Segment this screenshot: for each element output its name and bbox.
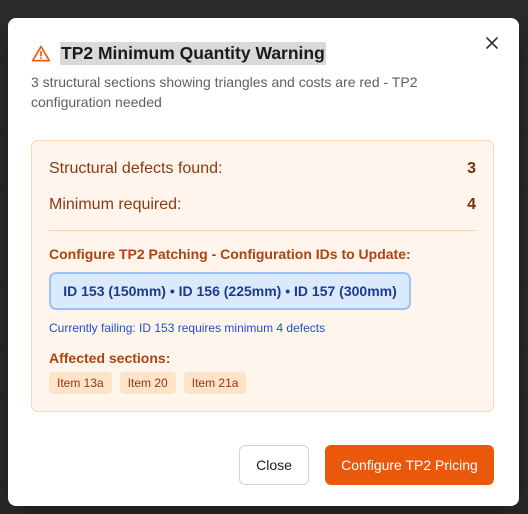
defects-found-label: Structural defects found: [49,160,223,177]
dialog-subtitle: 3 structural sections showing triangles … [31,74,418,110]
minimum-required-row: Minimum required: 4 [49,196,476,214]
minimum-required-value: 4 [467,196,476,213]
defects-found-value: 3 [467,160,476,177]
dialog-title: TP2 Minimum Quantity Warning [60,42,326,65]
affected-tag: Item 21a [183,372,247,394]
warning-panel: Structural defects found: 3 Minimum requ… [31,140,494,412]
affected-tag: Item 13a [49,372,112,394]
config-ids-box: ID 153 (150mm) • ID 156 (225mm) • ID 157… [49,272,411,310]
title-row: TP2 Minimum Quantity Warning [31,42,479,65]
close-icon[interactable] [482,33,502,53]
minimum-required-label: Minimum required: [49,196,182,213]
affected-heading: Affected sections: [49,350,171,366]
affected-tag: Item 20 [119,372,176,394]
panel-divider [49,230,476,231]
warning-dialog: TP2 Minimum Quantity Warning 3 structura… [8,18,519,506]
failing-note: Currently failing: ID 153 requires minim… [49,321,326,335]
close-button[interactable]: Close [239,445,309,485]
defects-found-row: Structural defects found: 3 [49,160,476,178]
configure-tp2-pricing-button[interactable]: Configure TP2 Pricing [325,445,494,485]
affected-tags: Item 13a Item 20 Item 21a [49,372,247,394]
config-heading: Configure TP2 Patching - Configuration I… [49,246,411,262]
warning-triangle-icon [31,44,51,64]
dialog-header: TP2 Minimum Quantity Warning 3 structura… [31,42,479,112]
